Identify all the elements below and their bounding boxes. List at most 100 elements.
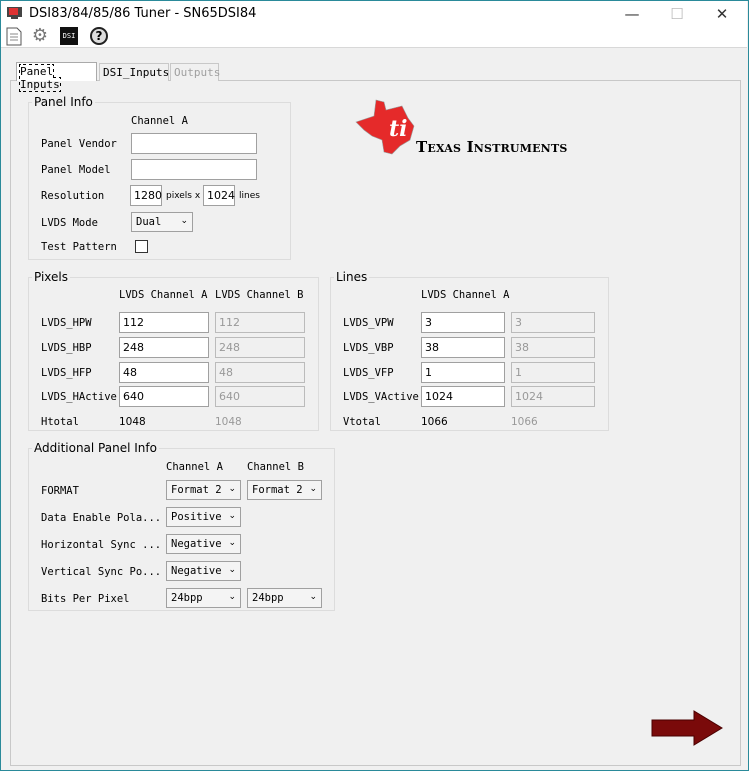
field-label: LVDS_VPW (343, 317, 394, 329)
channel-a-input[interactable]: 1024 (421, 386, 505, 407)
title-bar: DSI83/84/85/86 Tuner - SN65DSI84 — ☐ ✕ (1, 1, 747, 28)
channel-a-select[interactable]: Positive ⌄ (166, 507, 241, 527)
tab-panel-inputs[interactable]: Panel Inputs (16, 62, 97, 92)
maximize-button[interactable]: ☐ (657, 3, 697, 25)
total-label: Htotal (41, 416, 79, 428)
dsi-icon[interactable]: DSI (60, 27, 78, 45)
selected-value: 24bpp (252, 592, 284, 604)
lvds-mode-select[interactable]: Dual ⌄ (131, 212, 193, 232)
channel-b-input[interactable]: 48 (215, 362, 305, 383)
channel-b-input[interactable]: 3 (511, 312, 595, 333)
gear-icon[interactable]: ⚙ (30, 26, 50, 46)
field-label: Panel Vendor (41, 138, 117, 150)
channel-b-input[interactable]: 1024 (511, 386, 595, 407)
vtotal-a: 1066 (421, 416, 448, 428)
group-title: Additional Panel Info (32, 441, 159, 455)
tab-label: Outputs (174, 66, 221, 79)
toolbar (1, 28, 747, 48)
field-label: Resolution (41, 190, 105, 202)
tab-outputs[interactable]: Outputs (170, 63, 221, 81)
chevron-down-icon: ⌄ (228, 484, 236, 494)
channel-a-input[interactable]: 48 (119, 362, 209, 383)
htotal-a: 1048 (119, 416, 146, 428)
htotal-b: 1048 (215, 416, 242, 428)
vtotal-b: 1066 (511, 416, 538, 428)
lines-label: lines (239, 191, 260, 201)
selected-value: Dual (136, 216, 162, 228)
tab-dsi-inputs[interactable]: DSI_Inputs (99, 63, 169, 81)
channel-b-select[interactable]: Format 2 ⌄ (247, 480, 322, 500)
test-pattern-checkbox[interactable] (135, 240, 148, 253)
field-label: Test Pattern (41, 241, 117, 253)
field-label: Vertical Sync Po... (41, 566, 162, 578)
panel-vendor-input[interactable] (131, 133, 257, 154)
selected-value: Format 2 (171, 484, 222, 496)
column-header: Channel B (247, 461, 304, 473)
selected-value: Negative (171, 538, 222, 550)
resolution-width-input[interactable]: 1280 (130, 185, 162, 206)
chevron-down-icon: ⌄ (309, 592, 317, 602)
panel-model-input[interactable] (131, 159, 257, 180)
column-header: LVDS Channel B (215, 289, 304, 301)
channel-b-input[interactable]: 112 (215, 312, 305, 333)
field-label: LVDS_HPW (41, 317, 92, 329)
field-label: Panel Model (41, 164, 111, 176)
selected-value: Positive (171, 511, 222, 523)
channel-a-select[interactable]: Format 2 ⌄ (166, 480, 241, 500)
channel-b-input[interactable]: 1 (511, 362, 595, 383)
field-label: Data Enable Pola... (41, 512, 162, 524)
chevron-down-icon: ⌄ (309, 484, 317, 494)
channel-a-input[interactable]: 3 (421, 312, 505, 333)
channel-b-input[interactable]: 38 (511, 337, 595, 358)
app-icon (7, 7, 22, 19)
field-label: LVDS_VFP (343, 367, 394, 379)
field-label: LVDS_HActive (41, 391, 117, 403)
chevron-down-icon: ⌄ (228, 592, 236, 602)
column-header: LVDS Channel A (421, 289, 510, 301)
total-label: Vtotal (343, 416, 381, 428)
chevron-down-icon: ⌄ (228, 511, 236, 521)
help-icon[interactable]: ? (90, 27, 108, 45)
channel-a-input[interactable]: 1 (421, 362, 505, 383)
channel-a-select[interactable]: Negative ⌄ (166, 561, 241, 581)
field-label: LVDS_HBP (41, 342, 92, 354)
channel-a-input[interactable]: 112 (119, 312, 209, 333)
channel-b-select[interactable]: 24bpp ⌄ (247, 588, 322, 608)
selected-value: Negative (171, 565, 222, 577)
selected-value: 24bpp (171, 592, 203, 604)
channel-a-input[interactable]: 38 (421, 337, 505, 358)
minimize-button[interactable]: — (612, 3, 652, 25)
field-label: LVDS_VBP (343, 342, 394, 354)
column-header: LVDS Channel A (119, 289, 208, 301)
column-header: Channel A (166, 461, 223, 473)
document-icon[interactable] (6, 27, 22, 46)
chevron-down-icon: ⌄ (180, 216, 188, 226)
channel-a-select[interactable]: Negative ⌄ (166, 534, 241, 554)
group-title: Lines (334, 270, 370, 284)
tab-label: DSI_Inputs (103, 66, 170, 79)
field-label: LVDS_VActive (343, 391, 419, 403)
pixels-x-label: pixels x (166, 191, 201, 201)
tab-label: Panel Inputs (19, 64, 61, 92)
close-button[interactable]: ✕ (702, 3, 742, 25)
ti-logo-text: Texas Instruments (416, 138, 568, 156)
channel-a-input[interactable]: 640 (119, 386, 209, 407)
window-title: DSI83/84/85/86 Tuner - SN65DSI84 (29, 6, 257, 21)
next-arrow-icon[interactable] (650, 709, 724, 747)
selected-value: Format 2 (252, 484, 303, 496)
ti-logo: ti (355, 99, 415, 155)
channel-b-input[interactable]: 248 (215, 337, 305, 358)
chevron-down-icon: ⌄ (228, 538, 236, 548)
channel-a-input[interactable]: 248 (119, 337, 209, 358)
group-title: Pixels (32, 270, 71, 284)
field-label: Bits Per Pixel (41, 593, 130, 605)
field-label: LVDS Mode (41, 217, 98, 229)
column-header: Channel A (131, 115, 188, 127)
resolution-height-input[interactable]: 1024 (203, 185, 235, 206)
svg-text:ti: ti (389, 116, 408, 142)
channel-b-input[interactable]: 640 (215, 386, 305, 407)
channel-a-select[interactable]: 24bpp ⌄ (166, 588, 241, 608)
group-title: Panel Info (32, 95, 95, 109)
chevron-down-icon: ⌄ (228, 565, 236, 575)
field-label: Horizontal Sync ... (41, 539, 162, 551)
